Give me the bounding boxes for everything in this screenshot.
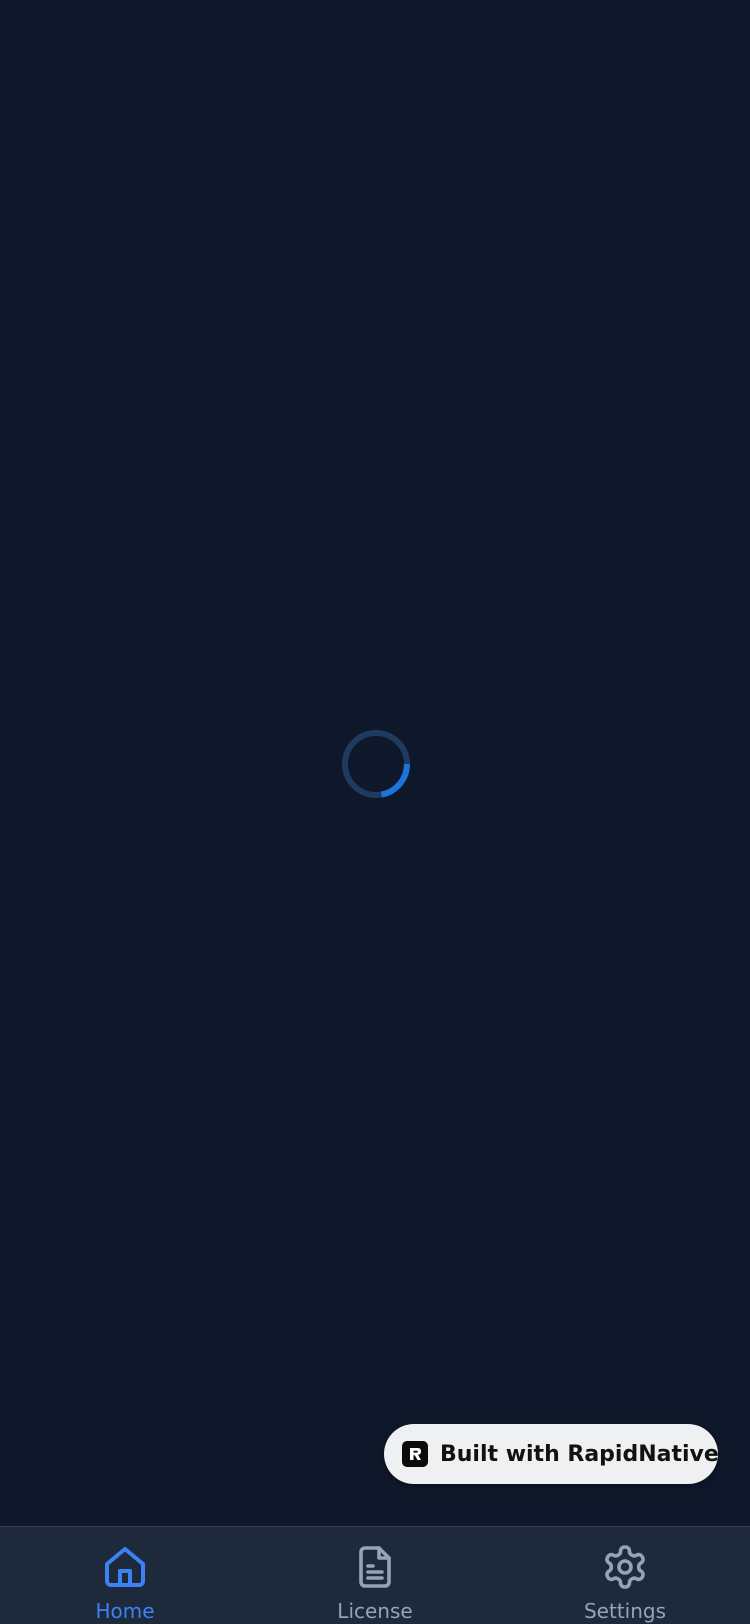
rapidnative-logo-icon xyxy=(402,1441,428,1467)
gear-icon xyxy=(601,1543,649,1591)
tab-settings[interactable]: Settings xyxy=(500,1527,750,1624)
tab-home-label: Home xyxy=(95,1599,155,1623)
loading-spinner xyxy=(340,728,412,800)
badge-label: Built with RapidNative xyxy=(440,1441,719,1467)
tab-license-label: License xyxy=(337,1599,413,1623)
tab-settings-label: Settings xyxy=(583,1599,667,1623)
tab-home[interactable]: Home xyxy=(0,1527,250,1624)
document-icon xyxy=(351,1543,399,1591)
app-screen: Built with RapidNative Home License Sett… xyxy=(0,0,750,1624)
home-icon xyxy=(101,1543,149,1591)
tab-license[interactable]: License xyxy=(250,1527,500,1624)
bottom-tab-bar: Home License Settings xyxy=(0,1526,750,1624)
spinner-icon xyxy=(342,730,410,798)
built-with-rapidnative-badge[interactable]: Built with RapidNative xyxy=(384,1424,719,1484)
